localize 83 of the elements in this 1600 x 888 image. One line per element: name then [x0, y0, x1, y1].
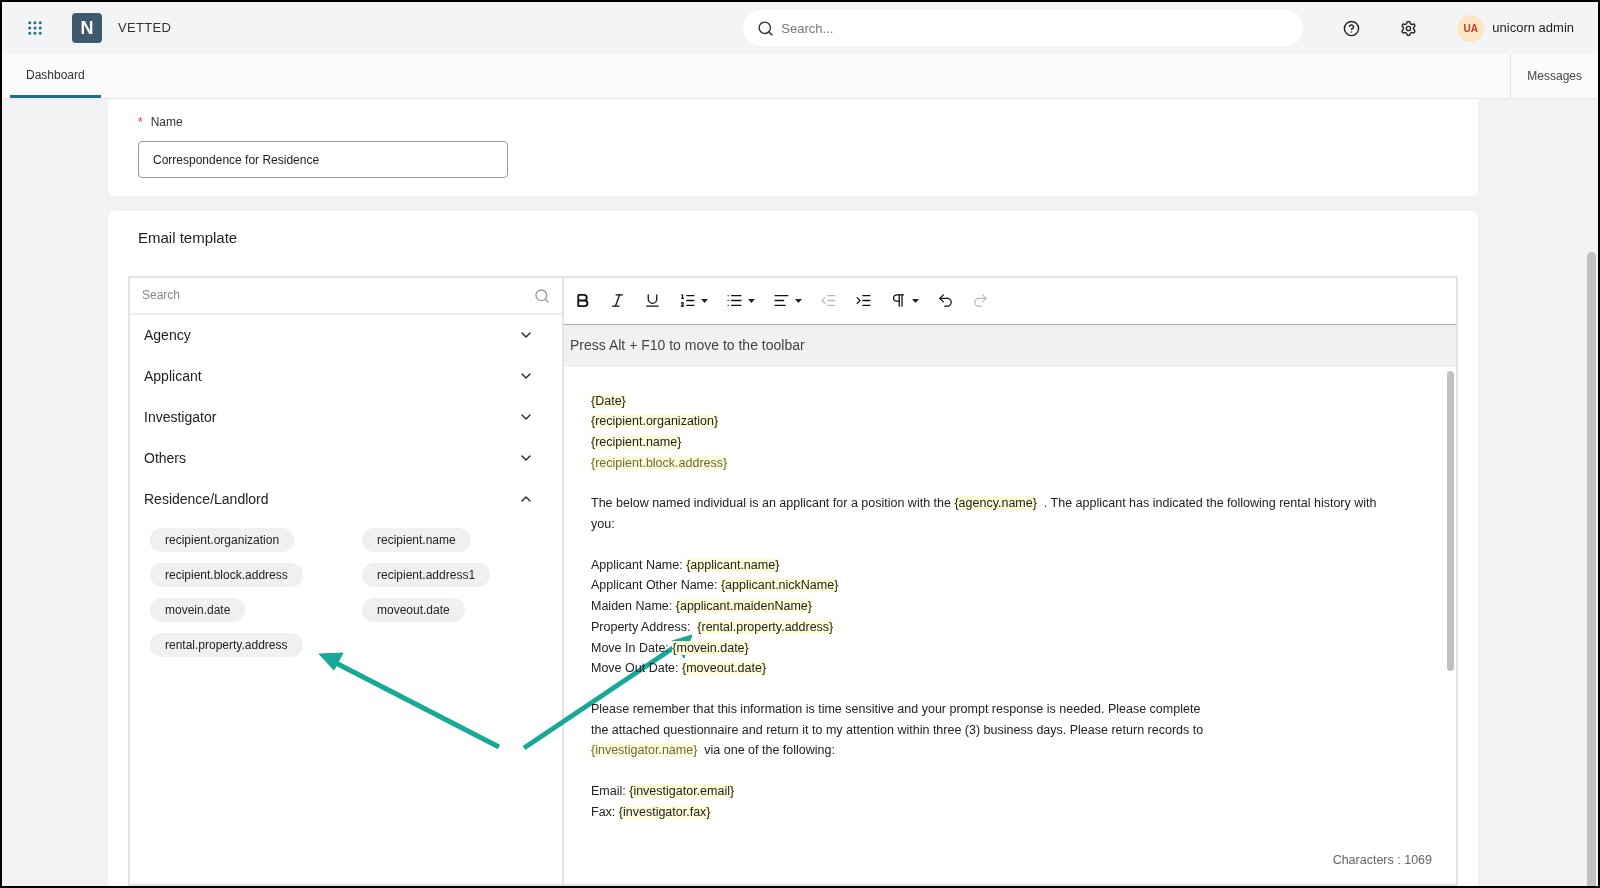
variable-chip[interactable]: recipient.block.address — [150, 562, 303, 587]
accordion-header[interactable]: Others — [130, 437, 562, 479]
align-icon — [773, 292, 790, 309]
placeholder-tag: {rental.property.address} — [697, 619, 834, 634]
body-text: Email: — [591, 784, 627, 799]
numbered-list-button[interactable] — [679, 292, 708, 309]
caret-icon — [701, 298, 708, 303]
body-text: you: — [591, 517, 615, 531]
accordion-header[interactable]: Investigator — [130, 396, 562, 438]
bold-icon — [574, 292, 591, 309]
bullet-list-button[interactable] — [726, 292, 755, 309]
body-text: Fax: — [591, 804, 617, 819]
placeholder-tag: {recipient.organization} — [591, 414, 719, 429]
redo-icon — [972, 292, 989, 309]
search-icon — [757, 20, 775, 37]
search-field[interactable]: Search... — [743, 10, 1304, 46]
underline-icon — [644, 292, 661, 309]
user-avatar[interactable]: UA — [1457, 14, 1485, 42]
body-text: Property Address: — [591, 619, 692, 634]
variable-chip[interactable]: recipient.organization — [150, 527, 295, 552]
placeholder-tag: {Date} — [591, 393, 626, 408]
body-text: Please remember that this information is time sensitive and your prompt response is needed. Please complete — [591, 701, 1201, 716]
body-text: via one of the following: — [703, 743, 835, 758]
settings-icon[interactable] — [1400, 19, 1418, 37]
placeholder-tag: {movein.date} — [672, 640, 749, 655]
field-label: Name — [150, 114, 183, 131]
underline-button[interactable] — [644, 292, 661, 309]
placeholder-tag: {investigator.fax} — [618, 804, 711, 819]
body-text: the attached questionnaire and return it to my attention within three (3) business days. Please return records to — [591, 722, 1204, 737]
logo-tile: N — [72, 13, 102, 43]
user-name[interactable]: unicorn admin — [1492, 18, 1574, 38]
variable-chip[interactable]: moveout.date — [362, 597, 465, 622]
nav-tab[interactable]: Messages — [1510, 54, 1598, 98]
variable-chip[interactable]: movein.date — [150, 597, 246, 622]
variable-chip[interactable]: recipient.name — [362, 527, 471, 552]
section-title: Email template — [138, 228, 239, 248]
body-text: Maiden Name: — [591, 599, 674, 614]
caret-icon — [795, 298, 802, 303]
align-button[interactable] — [773, 292, 802, 309]
variable-chip[interactable]: rental.property.address — [150, 632, 303, 657]
placeholder-tag: {investigator.name} — [591, 743, 698, 758]
body-text: Applicant Name: — [591, 557, 684, 572]
body-text: The below named individual is an applicant for a position with the — [591, 496, 952, 511]
scrollbar-thumb[interactable] — [1446, 370, 1454, 671]
placeholder-tag: {recipient.block.address} — [591, 455, 728, 470]
caret-icon — [748, 298, 755, 303]
body-text: Move In Date: — [591, 640, 670, 655]
apps-grid-icon[interactable] — [26, 19, 44, 37]
undo-button[interactable] — [937, 292, 954, 309]
numbered-list-icon — [679, 292, 696, 309]
accordion-header[interactable]: Applicant — [130, 355, 562, 397]
bullet-list-icon — [726, 292, 743, 309]
italic-button[interactable] — [609, 292, 626, 309]
body-text: . The applicant has indicated the following rental history with — [1042, 496, 1377, 511]
brand-name: VETTED — [118, 19, 172, 38]
name-input[interactable]: Correspondence for Residence — [138, 141, 508, 178]
bold-button[interactable] — [574, 292, 591, 309]
indent-icon — [855, 292, 872, 309]
placeholder-tag: {moveout.date} — [682, 661, 767, 676]
accordion-header[interactable]: Agency — [130, 314, 562, 356]
help-icon[interactable] — [1343, 19, 1361, 37]
placeholder-tag: {investigator.email} — [629, 784, 735, 799]
placeholder-tag: {applicant.name} — [686, 557, 780, 572]
body-text: Applicant Other Name: — [591, 578, 719, 593]
undo-icon — [937, 292, 954, 309]
toolbar-hint: Press Alt + F10 to move to the toolbar — [564, 324, 1456, 367]
outdent-icon — [820, 292, 837, 309]
required-marker: * — [138, 114, 143, 131]
caret-icon — [912, 298, 919, 303]
paragraph-icon — [890, 292, 907, 309]
search-icon — [534, 287, 550, 304]
indent-button[interactable] — [855, 292, 872, 309]
italic-icon — [609, 292, 626, 309]
placeholder-tag: {agency.name} — [954, 496, 1037, 511]
placeholder-tag: {applicant.maidenName} — [675, 599, 812, 614]
placeholder-tag: {applicant.nickName} — [720, 578, 839, 593]
variable-search-field[interactable]: Search — [130, 277, 562, 315]
page-scrollbar-thumb[interactable] — [1587, 252, 1596, 886]
placeholder-tag: {recipient.name} — [591, 434, 682, 449]
variable-chip[interactable]: recipient.address1 — [362, 562, 491, 587]
accordion-header[interactable]: Residence/Landlord — [130, 478, 562, 520]
nav-tab[interactable]: Dashboard — [10, 54, 101, 98]
paragraph-button[interactable] — [890, 292, 919, 309]
